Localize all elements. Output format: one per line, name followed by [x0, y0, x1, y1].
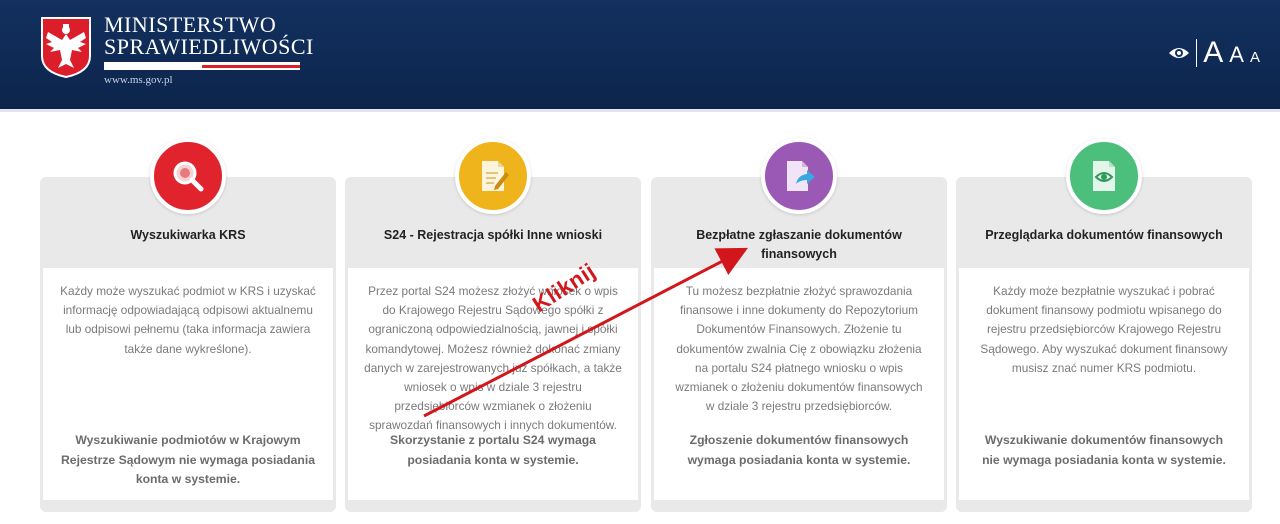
card-free-financial-filing-icon-button[interactable]	[761, 138, 837, 214]
card-financial-docs-browser[interactable]: Przeglądarka dokumentów finansowych Każd…	[956, 177, 1252, 512]
card-note: Zgłoszenie dokumentów finansowych wymaga…	[687, 433, 911, 467]
font-size-small-button[interactable]: A	[1250, 50, 1260, 65]
card-financial-docs-browser-icon-button[interactable]	[1066, 138, 1142, 214]
card-description: Każdy może bezpłatnie wyszukać i pobrać …	[980, 284, 1228, 375]
document-view-icon	[1093, 161, 1115, 191]
card-title[interactable]: S24 - Rejestracja spółki Inne wnioski	[345, 226, 641, 245]
card-description: Przez portal S24 możesz złożyć wniosek o…	[364, 284, 622, 433]
card-description: Każdy może wyszukać podmiot w KRS i uzys…	[60, 284, 316, 356]
card-body: Tu możesz bezpłatnie złożyć sprawozdania…	[654, 268, 944, 500]
card-s24[interactable]: S24 - Rejestracja spółki Inne wnioski Pr…	[345, 177, 641, 512]
card-body: Każdy może wyszukać podmiot w KRS i uzys…	[43, 268, 333, 500]
card-title[interactable]: Bezpłatne zgłaszanie dokumentów finansow…	[651, 226, 947, 264]
high-contrast-eye-icon[interactable]	[1168, 46, 1190, 60]
card-body: Przez portal S24 możesz złożyć wniosek o…	[348, 268, 638, 500]
document-send-icon	[787, 161, 815, 191]
card-description: Tu możesz bezpłatnie złożyć sprawozdania…	[675, 284, 923, 414]
logo-line-1: MINISTERSTWO	[104, 12, 277, 37]
polish-eagle-crest-icon[interactable]	[40, 16, 92, 78]
font-size-large-button[interactable]: A	[1203, 38, 1223, 68]
magnifier-icon	[173, 161, 204, 192]
card-krs-search-icon-button[interactable]	[150, 138, 226, 214]
card-s24-icon-button[interactable]	[455, 138, 531, 214]
card-title[interactable]: Wyszukiwarka KRS	[40, 226, 336, 245]
card-krs-search[interactable]: Wyszukiwarka KRS Każdy może wyszukać pod…	[40, 177, 336, 512]
logo-url: www.ms.gov.pl	[104, 74, 173, 86]
card-note: Wyszukiwanie podmiotów w Krajowym Rejest…	[61, 433, 315, 486]
card-body: Każdy może bezpłatnie wyszukać i pobrać …	[959, 268, 1249, 500]
card-note: Wyszukiwanie dokumentów finansowych nie …	[982, 433, 1226, 467]
card-title[interactable]: Przeglądarka dokumentów finansowych	[956, 226, 1252, 245]
flag-stripe	[104, 62, 300, 70]
accessibility-toolbar: A A A	[1168, 38, 1260, 68]
card-free-financial-filing[interactable]: Bezpłatne zgłaszanie dokumentów finansow…	[651, 177, 947, 512]
site-header: MINISTERSTWO SPRAWIEDLIWOŚCI www.ms.gov.…	[0, 0, 1280, 112]
toolbar-divider	[1196, 39, 1198, 67]
logo-line-2: SPRAWIEDLIWOŚCI	[104, 34, 314, 59]
ministry-logo[interactable]: MINISTERSTWO SPRAWIEDLIWOŚCI www.ms.gov.…	[104, 14, 314, 86]
document-edit-icon	[482, 161, 509, 191]
card-note: Skorzystanie z portalu S24 wymaga posiad…	[390, 433, 596, 467]
font-size-medium-button[interactable]: A	[1229, 44, 1244, 66]
